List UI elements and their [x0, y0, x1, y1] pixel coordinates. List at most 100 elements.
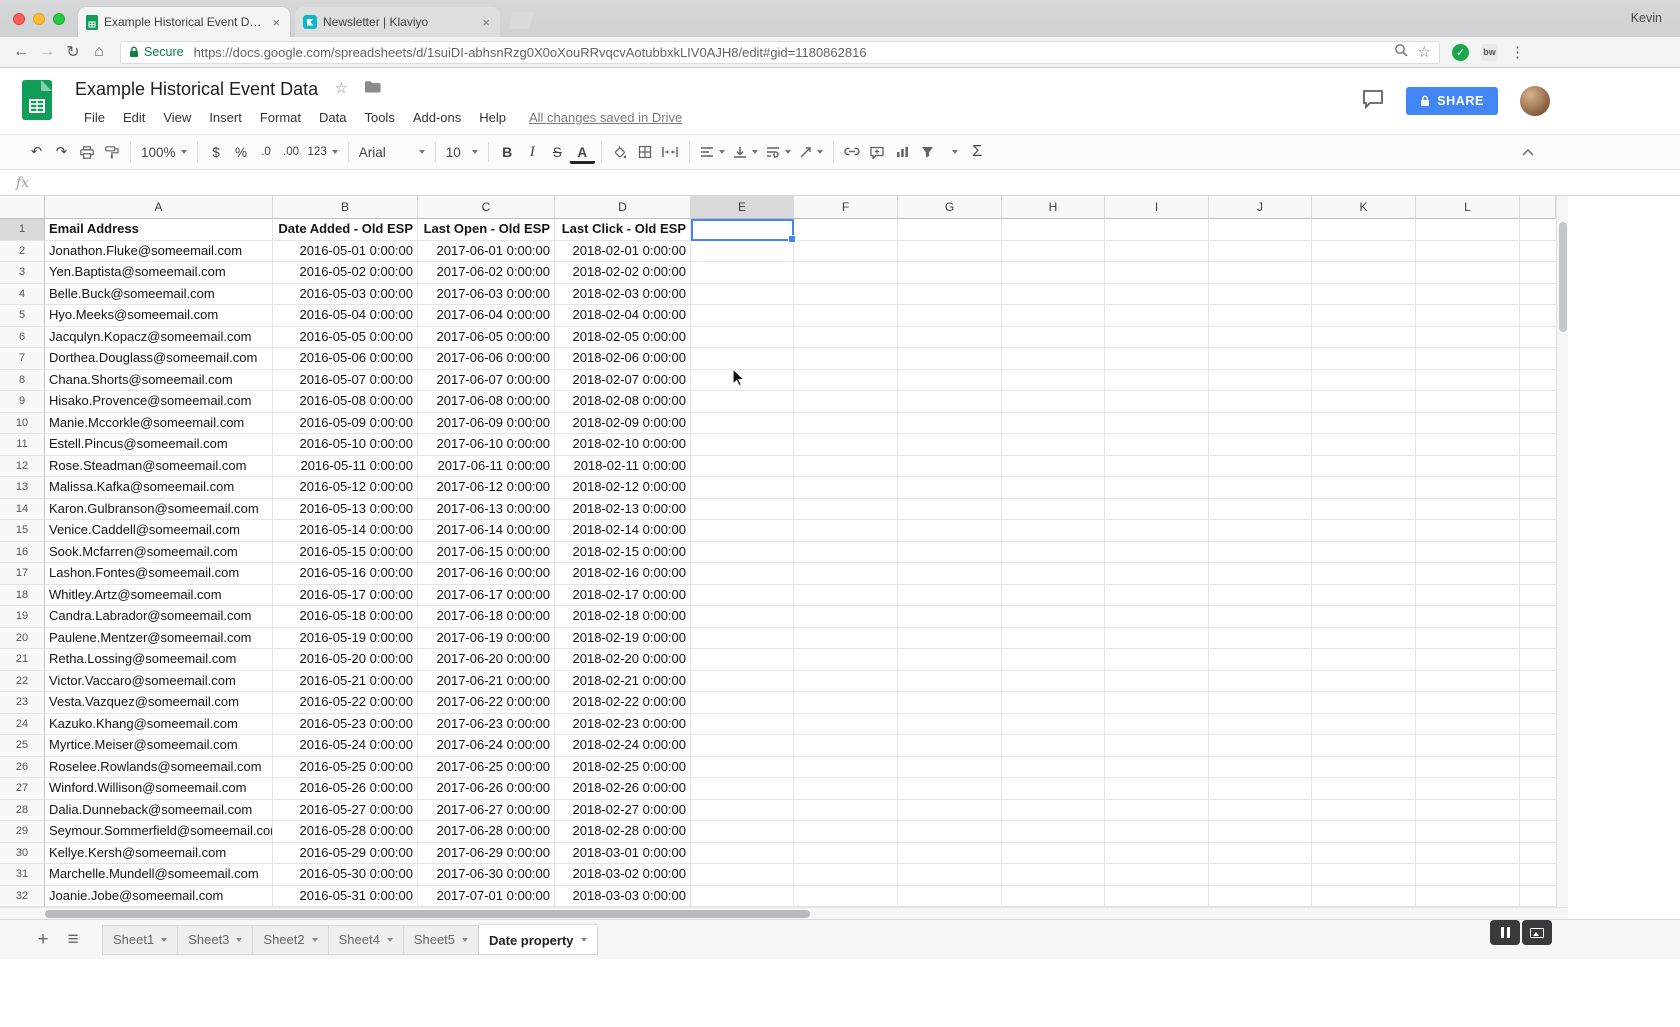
cell-J18[interactable]: [1209, 585, 1312, 607]
cell-H1[interactable]: [1002, 219, 1105, 241]
cell-E7[interactable]: [691, 348, 794, 370]
cell-K8[interactable]: [1312, 370, 1416, 392]
cell-A20[interactable]: Paulene.Mentzer@someemail.com: [45, 628, 273, 650]
cell-J31[interactable]: [1209, 864, 1312, 886]
cell-I19[interactable]: [1105, 606, 1209, 628]
omnibox[interactable]: Secure https://docs.google.com/spreadshe…: [120, 41, 1440, 64]
cell-J13[interactable]: [1209, 477, 1312, 499]
cell-K1[interactable]: [1312, 219, 1416, 241]
print-button[interactable]: [74, 140, 99, 165]
cell-H23[interactable]: [1002, 692, 1105, 714]
row-header-16[interactable]: 16: [0, 542, 45, 564]
row-header-11[interactable]: 11: [0, 434, 45, 456]
cell-J5[interactable]: [1209, 305, 1312, 327]
cell-K7[interactable]: [1312, 348, 1416, 370]
cell-A6[interactable]: Jacqulyn.Kopacz@someemail.com: [45, 327, 273, 349]
cell-I16[interactable]: [1105, 542, 1209, 564]
cell-K24[interactable]: [1312, 714, 1416, 736]
browser-profile-name[interactable]: Kevin: [1631, 11, 1662, 25]
menu-insert[interactable]: Insert: [200, 108, 251, 127]
cell-I20[interactable]: [1105, 628, 1209, 650]
sheets-logo[interactable]: [22, 80, 52, 120]
cell-L12[interactable]: [1416, 456, 1520, 478]
sheet-tab-sheet3[interactable]: Sheet3: [178, 925, 253, 955]
row-header-21[interactable]: 21: [0, 649, 45, 671]
cell-G6[interactable]: [898, 327, 1002, 349]
cell-D19[interactable]: 2018-02-18 0:00:00: [555, 606, 691, 628]
cell-C12[interactable]: 2017-06-11 0:00:00: [418, 456, 555, 478]
cell-J15[interactable]: [1209, 520, 1312, 542]
cell-H26[interactable]: [1002, 757, 1105, 779]
cell-E23[interactable]: [691, 692, 794, 714]
cell-K12[interactable]: [1312, 456, 1416, 478]
cell-B7[interactable]: 2016-05-06 0:00:00: [273, 348, 418, 370]
cell-K27[interactable]: [1312, 778, 1416, 800]
cell-B15[interactable]: 2016-05-14 0:00:00: [273, 520, 418, 542]
merge-cells-button[interactable]: [658, 140, 683, 165]
cell-C11[interactable]: 2017-06-10 0:00:00: [418, 434, 555, 456]
cell-F22[interactable]: [794, 671, 898, 693]
cell-A27[interactable]: Winford.Willison@someemail.com: [45, 778, 273, 800]
row-header-26[interactable]: 26: [0, 757, 45, 779]
cell-A29[interactable]: Seymour.Sommerfield@someemail.com: [45, 821, 273, 843]
row-header-32[interactable]: 32: [0, 886, 45, 908]
cell-I26[interactable]: [1105, 757, 1209, 779]
cell-B16[interactable]: 2016-05-15 0:00:00: [273, 542, 418, 564]
sheet-tab-sheet1[interactable]: Sheet1: [102, 925, 178, 955]
forward-button[interactable]: →: [34, 43, 60, 61]
cell-F2[interactable]: [794, 241, 898, 263]
format-currency-button[interactable]: $: [204, 140, 229, 165]
cell-F24[interactable]: [794, 714, 898, 736]
cell-E31[interactable]: [691, 864, 794, 886]
cell-L26[interactable]: [1416, 757, 1520, 779]
cell-A11[interactable]: Estell.Pincus@someemail.com: [45, 434, 273, 456]
cell-J7[interactable]: [1209, 348, 1312, 370]
cell-J26[interactable]: [1209, 757, 1312, 779]
cell-E10[interactable]: [691, 413, 794, 435]
column-header-E[interactable]: E: [691, 196, 794, 219]
cell-F29[interactable]: [794, 821, 898, 843]
cell-C18[interactable]: 2017-06-17 0:00:00: [418, 585, 555, 607]
cell-G26[interactable]: [898, 757, 1002, 779]
italic-button[interactable]: I: [520, 140, 545, 165]
cell-D15[interactable]: 2018-02-14 0:00:00: [555, 520, 691, 542]
cell-J11[interactable]: [1209, 434, 1312, 456]
cell-G20[interactable]: [898, 628, 1002, 650]
cell-E22[interactable]: [691, 671, 794, 693]
cell-D22[interactable]: 2018-02-21 0:00:00: [555, 671, 691, 693]
cell-J24[interactable]: [1209, 714, 1312, 736]
cell-G24[interactable]: [898, 714, 1002, 736]
cell-G1[interactable]: [898, 219, 1002, 241]
cell-F31[interactable]: [794, 864, 898, 886]
cell-G29[interactable]: [898, 821, 1002, 843]
new-tab-button[interactable]: [508, 12, 534, 29]
format-percent-button[interactable]: %: [229, 140, 254, 165]
cell-G15[interactable]: [898, 520, 1002, 542]
text-wrap-select[interactable]: [762, 140, 795, 165]
cell-A26[interactable]: Roselee.Rowlands@someemail.com: [45, 757, 273, 779]
cell-I10[interactable]: [1105, 413, 1209, 435]
insert-link-button[interactable]: [840, 140, 865, 165]
cell-C2[interactable]: 2017-06-01 0:00:00: [418, 241, 555, 263]
cell-H17[interactable]: [1002, 563, 1105, 585]
select-all-corner[interactable]: [0, 196, 45, 219]
cell-G4[interactable]: [898, 284, 1002, 306]
cell-C5[interactable]: 2017-06-04 0:00:00: [418, 305, 555, 327]
cell-C23[interactable]: 2017-06-22 0:00:00: [418, 692, 555, 714]
fullscreen-window-button[interactable]: [53, 13, 65, 25]
cell-G2[interactable]: [898, 241, 1002, 263]
cell-C19[interactable]: 2017-06-18 0:00:00: [418, 606, 555, 628]
cell-C26[interactable]: 2017-06-25 0:00:00: [418, 757, 555, 779]
cell-D31[interactable]: 2018-03-02 0:00:00: [555, 864, 691, 886]
cell-H10[interactable]: [1002, 413, 1105, 435]
cell-J6[interactable]: [1209, 327, 1312, 349]
formula-input[interactable]: [47, 170, 1680, 195]
cell-F15[interactable]: [794, 520, 898, 542]
cell-H14[interactable]: [1002, 499, 1105, 521]
cell-C4[interactable]: 2017-06-03 0:00:00: [418, 284, 555, 306]
cell-A30[interactable]: Kellye.Kersh@someemail.com: [45, 843, 273, 865]
cell-L24[interactable]: [1416, 714, 1520, 736]
browser-menu-icon[interactable]: ⋮: [1510, 43, 1526, 61]
cell-I31[interactable]: [1105, 864, 1209, 886]
row-header-29[interactable]: 29: [0, 821, 45, 843]
